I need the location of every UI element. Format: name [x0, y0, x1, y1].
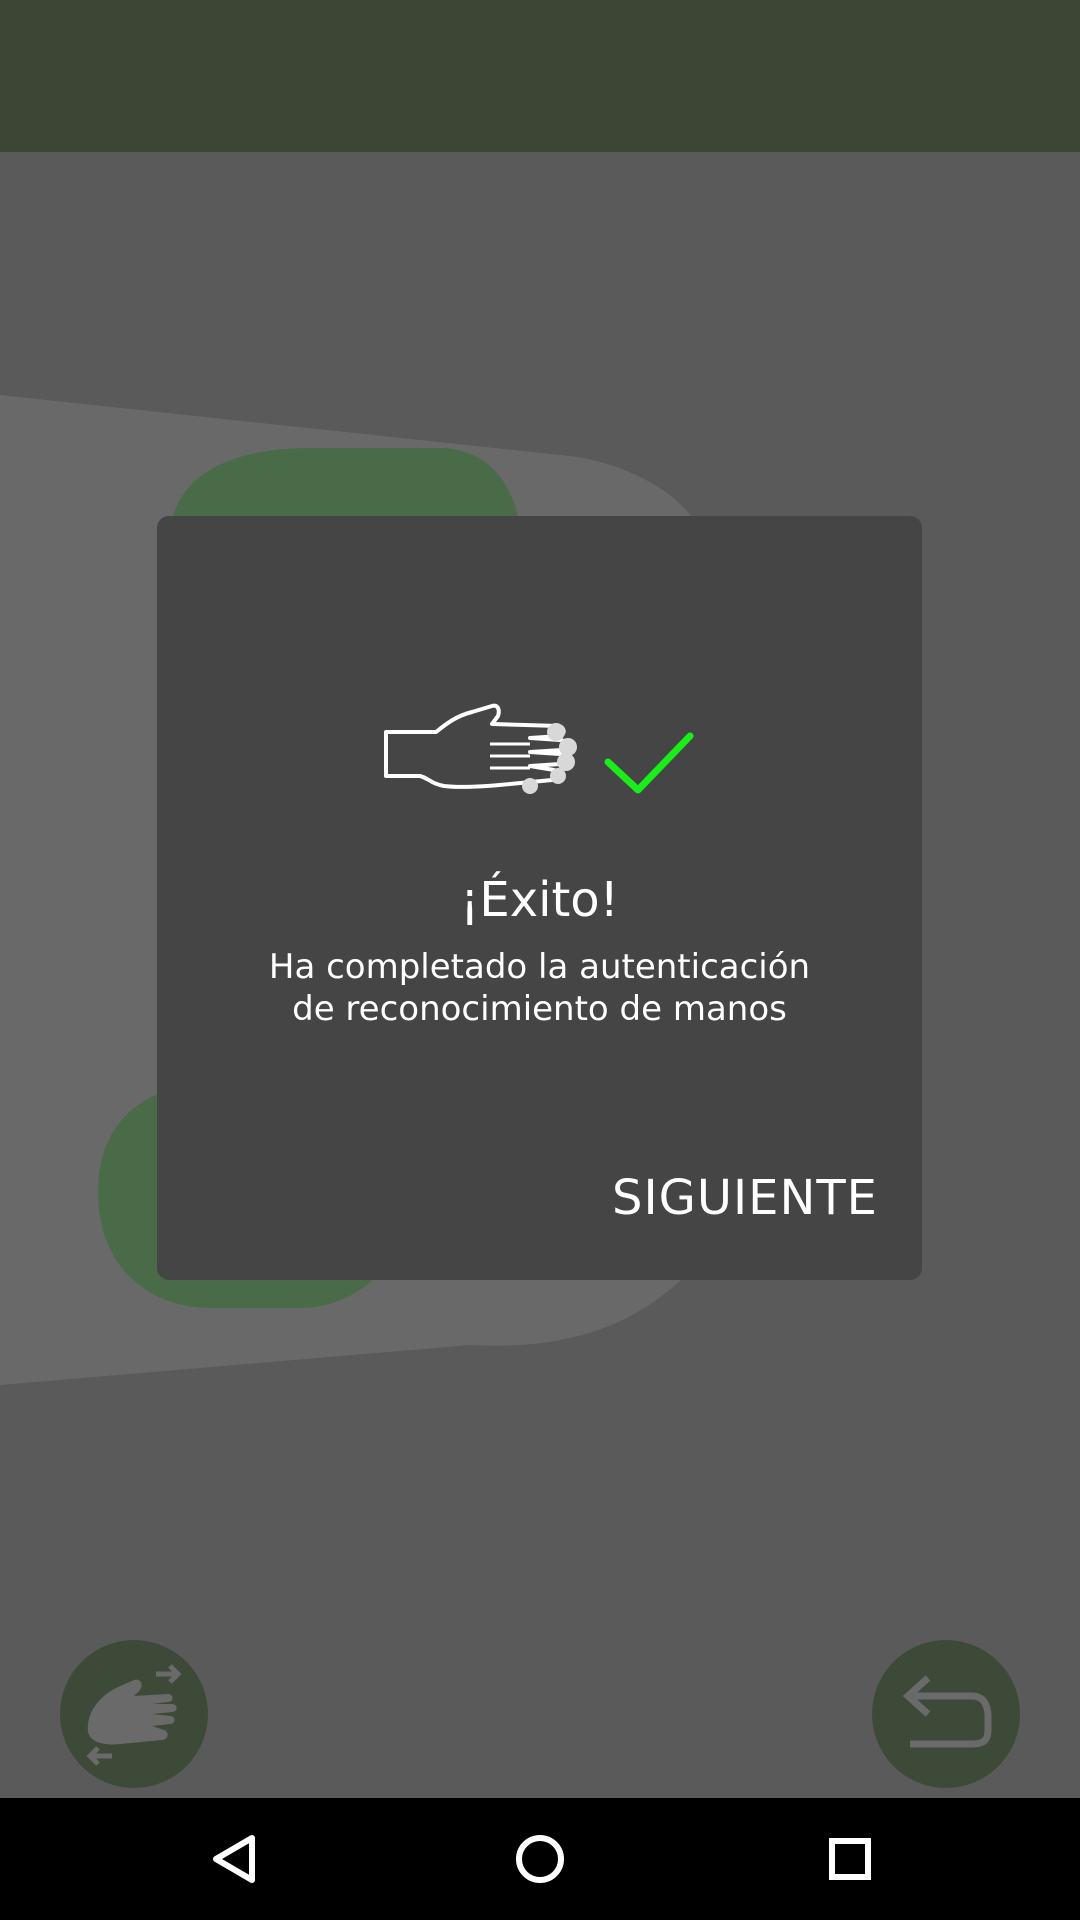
- back-triangle-icon: [213, 1835, 255, 1883]
- nav-home-button[interactable]: [470, 1798, 610, 1920]
- dialog-message-line-1: Ha completado la autenticación: [268, 947, 811, 987]
- dialog-message: Ha completado la autenticación de recono…: [157, 946, 922, 1030]
- switch-hand-icon: [86, 1664, 182, 1766]
- dialog-message-line-2: de reconocimiento de manos: [292, 989, 787, 1029]
- hand-scan-icon: [384, 703, 694, 794]
- switch-hand-button[interactable]: [60, 1640, 208, 1788]
- nav-recents-button[interactable]: [780, 1798, 920, 1920]
- dialog-title: ¡Éxito!: [460, 872, 619, 928]
- checkmark-icon: [604, 732, 694, 794]
- undo-icon: [902, 1675, 992, 1748]
- home-circle-icon: [516, 1835, 564, 1883]
- next-button[interactable]: SIGUIENTE: [600, 1160, 890, 1236]
- recents-square-icon: [829, 1838, 871, 1880]
- screen: ¡Éxito! Ha completado la autenticación d…: [0, 0, 1080, 1920]
- app-bar: [0, 0, 1080, 152]
- undo-button[interactable]: [872, 1640, 1020, 1788]
- system-navigation-bar: [0, 1798, 1080, 1920]
- nav-back-button[interactable]: [160, 1798, 300, 1920]
